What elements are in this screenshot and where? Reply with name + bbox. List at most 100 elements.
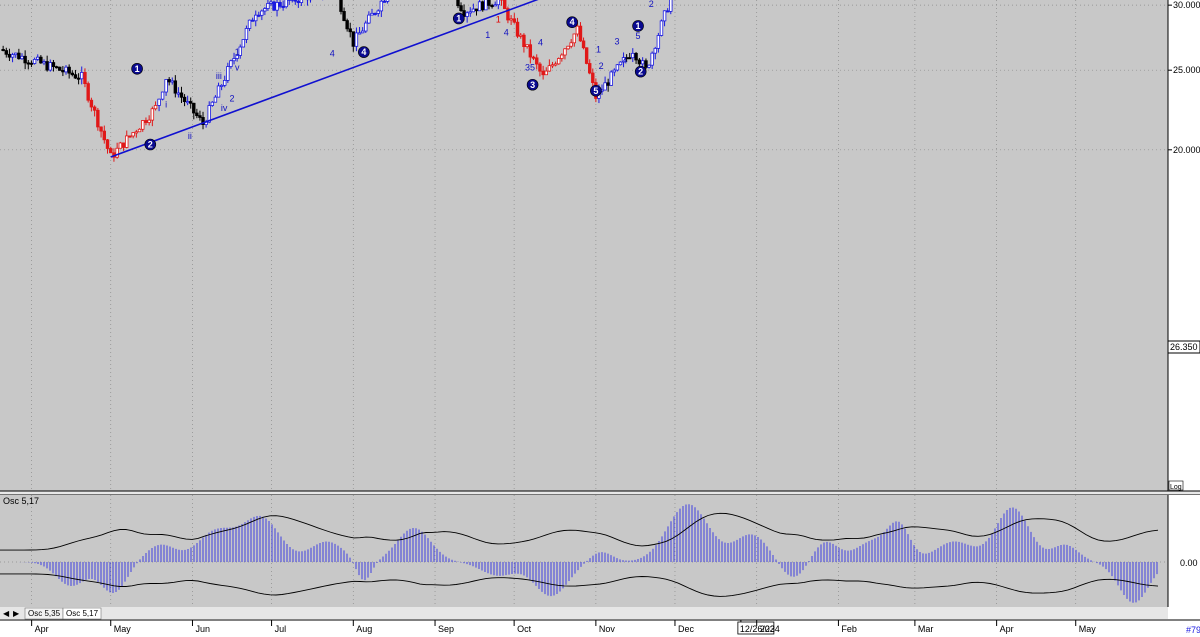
price-bar-body bbox=[569, 42, 573, 47]
tab-osc-5-17-label: Osc 5,17 bbox=[66, 609, 99, 618]
price-bar-body bbox=[379, 0, 384, 12]
wave-label: 1 bbox=[235, 47, 240, 57]
price-bar-body bbox=[54, 66, 59, 69]
price-bar-body bbox=[606, 82, 610, 86]
price-bar-body bbox=[86, 83, 90, 101]
date-label: May bbox=[114, 624, 132, 634]
price-bar-body bbox=[631, 52, 635, 59]
price-bar-body bbox=[560, 54, 564, 59]
oscillator-zero-label: 0.00 bbox=[1180, 558, 1198, 568]
price-bar-body bbox=[509, 18, 513, 21]
price-bar-body bbox=[14, 52, 18, 56]
price-bar-body bbox=[128, 135, 132, 138]
price-bar-body bbox=[141, 120, 145, 130]
price-bar-body bbox=[223, 80, 227, 86]
price-bar-body bbox=[257, 14, 261, 17]
price-bar-body bbox=[650, 52, 654, 66]
price-bar-body bbox=[354, 32, 359, 47]
price-bar-body bbox=[182, 96, 187, 103]
price-bar-body bbox=[278, 2, 282, 7]
wave-label: 5 bbox=[593, 86, 598, 96]
price-bar-body bbox=[102, 130, 106, 141]
price-bar-body bbox=[496, 0, 501, 6]
price-bar-body bbox=[275, 2, 279, 11]
wave-label: 4 bbox=[504, 27, 509, 37]
wave-label: 1 bbox=[485, 30, 490, 40]
wave-label: 5 bbox=[636, 31, 641, 41]
price-panel[interactable] bbox=[0, 0, 1168, 491]
oscillator-panel[interactable] bbox=[0, 495, 1168, 607]
price-bar-body bbox=[525, 44, 529, 47]
price-bar-body bbox=[232, 58, 236, 62]
price-bar-body bbox=[528, 44, 533, 58]
price-bar-body bbox=[115, 147, 119, 158]
wave-label: 3 bbox=[614, 36, 619, 46]
wave-label: 2 bbox=[649, 0, 654, 9]
tab-next-button[interactable]: ▶ bbox=[13, 609, 20, 618]
date-label: Jun bbox=[195, 624, 210, 634]
price-bar-body bbox=[67, 66, 71, 74]
price-bar-body bbox=[637, 59, 642, 65]
price-bar-body bbox=[26, 62, 30, 65]
price-bar-body bbox=[167, 79, 171, 83]
price-bar-body bbox=[192, 102, 196, 114]
price-bar-body bbox=[615, 64, 620, 71]
date-label: Dec bbox=[678, 624, 695, 634]
price-bar-body bbox=[17, 52, 21, 60]
wave-label: 4 bbox=[570, 17, 575, 27]
price-bar-body bbox=[160, 91, 165, 100]
price-bar-body bbox=[39, 56, 43, 64]
price-bar-body bbox=[153, 105, 158, 110]
price-bar-body bbox=[370, 12, 374, 16]
price-bar-body bbox=[348, 28, 352, 33]
date-label: Jul bbox=[275, 624, 287, 634]
chart-window: 12iiiiii1viv2343545122141435345123415212… bbox=[0, 0, 1200, 637]
price-bar-body bbox=[519, 34, 523, 37]
wave-label: 1 bbox=[456, 13, 461, 23]
price-bar-body bbox=[493, 4, 497, 7]
price-tick-label: 25.000 bbox=[1173, 65, 1200, 75]
price-bar-body bbox=[118, 142, 123, 149]
price-bar-body bbox=[541, 70, 545, 76]
oscillator-title: Osc 5,17 bbox=[3, 496, 39, 506]
price-bar-body bbox=[656, 35, 661, 49]
price-bar-body bbox=[76, 77, 81, 80]
price-bar-body bbox=[70, 72, 75, 76]
price-bar-body bbox=[538, 63, 542, 72]
wave-label: 2 bbox=[638, 67, 643, 77]
price-bar-body bbox=[456, 0, 460, 7]
price-bar-body bbox=[226, 66, 230, 81]
price-bar-body bbox=[612, 69, 617, 73]
price-bar-body bbox=[281, 5, 285, 8]
corner-label: #79 bbox=[1186, 625, 1200, 635]
price-bar-body bbox=[296, 0, 301, 3]
price-bar-body bbox=[176, 92, 181, 95]
price-bar-body bbox=[195, 112, 199, 117]
wave-label: 4 bbox=[538, 38, 543, 48]
price-bar-body bbox=[125, 135, 129, 148]
wave-label: 2 bbox=[230, 93, 235, 103]
price-bar-body bbox=[385, 0, 390, 2]
price-bar-body bbox=[269, 1, 273, 4]
price-bar-body bbox=[669, 0, 673, 12]
date-label: Oct bbox=[517, 624, 532, 634]
price-bar-body bbox=[515, 21, 520, 37]
price-bar-body bbox=[250, 19, 255, 22]
price-bar-body bbox=[609, 71, 613, 86]
price-bar-body bbox=[659, 20, 664, 36]
wave-label: 2 bbox=[148, 139, 153, 149]
price-bar-body bbox=[51, 62, 56, 68]
tab-prev-button[interactable]: ◀ bbox=[3, 609, 10, 618]
price-bar-body bbox=[92, 106, 97, 111]
last-price-label: 26.350 bbox=[1170, 342, 1198, 352]
price-bar-body bbox=[357, 32, 362, 35]
price-bar-body bbox=[219, 84, 224, 87]
price-bar-body bbox=[61, 69, 65, 73]
price-bar-body bbox=[23, 55, 27, 64]
date-label: Apr bbox=[35, 624, 49, 634]
price-bar-body bbox=[164, 79, 168, 93]
date-label: Feb bbox=[841, 624, 857, 634]
chart-canvas: 12iiiiii1viv2343545122141435345123415212… bbox=[0, 0, 1200, 637]
price-bar-body bbox=[260, 10, 264, 16]
price-bar-body bbox=[339, 0, 343, 12]
